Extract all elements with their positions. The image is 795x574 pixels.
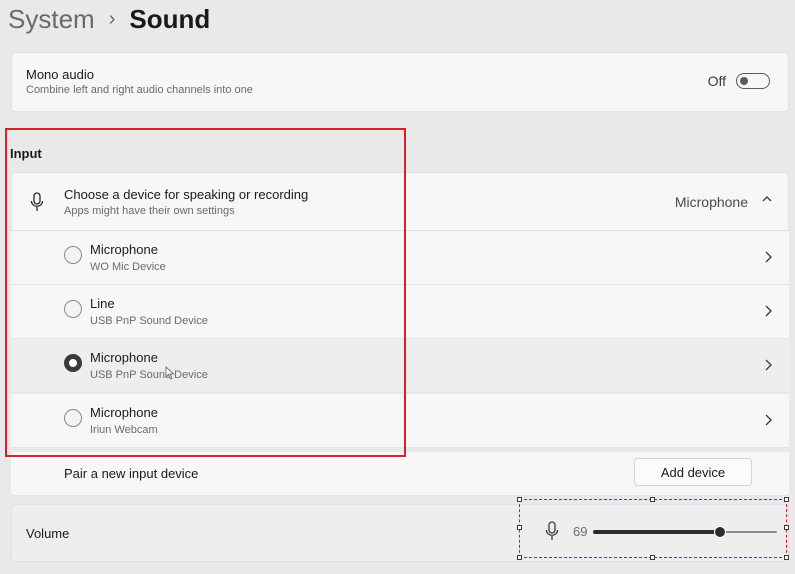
device-description: USB PnP Sound Device (90, 369, 208, 381)
slider-thumb[interactable] (713, 526, 726, 538)
input-device-row[interactable]: Microphone Iriun Webcam (11, 394, 789, 448)
device-description: WO Mic Device (90, 261, 166, 273)
choose-device-subtitle: Apps might have their own settings (64, 205, 235, 217)
chevron-right-icon[interactable] (763, 414, 773, 426)
input-device-row[interactable]: Line USB PnP Sound Device (11, 285, 789, 339)
selection-handle (784, 497, 789, 502)
pair-input-device-row: Pair a new input device Add device (11, 452, 789, 496)
device-description: USB PnP Sound Device (90, 315, 208, 327)
add-device-button[interactable]: Add device (634, 458, 752, 486)
device-radio[interactable] (64, 246, 82, 264)
breadcrumb: System › Sound (0, 0, 210, 38)
device-radio[interactable] (64, 300, 82, 318)
selection-handle (517, 497, 522, 502)
mono-audio-toggle[interactable] (736, 73, 770, 89)
input-device-row[interactable]: Microphone USB PnP Sound Device (11, 339, 789, 393)
choose-input-device-header[interactable]: Choose a device for speaking or recordin… (11, 172, 789, 231)
chevron-right-icon[interactable] (763, 305, 773, 317)
selection-handle (650, 497, 655, 502)
device-name: Microphone (90, 405, 158, 420)
chevron-right-icon[interactable] (763, 359, 773, 371)
pair-device-label: Pair a new input device (64, 466, 199, 481)
mono-audio-state-label: Off (707, 73, 726, 89)
device-radio[interactable] (64, 409, 82, 427)
volume-label: Volume (26, 526, 70, 541)
chevron-up-icon[interactable] (762, 194, 772, 204)
choose-device-title: Choose a device for speaking or recordin… (64, 187, 309, 202)
chevron-right-icon[interactable] (763, 251, 773, 263)
slider-fill (593, 530, 720, 534)
device-name: Microphone (90, 242, 158, 257)
mono-audio-subtitle: Combine left and right audio channels in… (26, 84, 253, 96)
breadcrumb-system-link[interactable]: System (8, 4, 95, 35)
device-radio-selected[interactable] (64, 354, 82, 372)
device-name: Line (90, 296, 115, 311)
device-description: Iriun Webcam (90, 424, 158, 436)
input-section-title: Input (10, 146, 42, 161)
selected-device-value: Microphone (674, 194, 748, 210)
toggle-knob (740, 76, 748, 85)
microphone-icon[interactable] (545, 521, 559, 541)
mono-audio-setting: Mono audio Combine left and right audio … (11, 52, 789, 112)
mono-audio-title: Mono audio (26, 67, 94, 82)
input-device-row[interactable]: Microphone WO Mic Device (11, 231, 789, 285)
device-name: Microphone (90, 350, 158, 365)
volume-slider[interactable] (593, 522, 777, 542)
microphone-icon (30, 192, 44, 211)
page-title: Sound (129, 3, 211, 34)
volume-value: 69 (573, 524, 588, 539)
breadcrumb-separator: › (108, 7, 116, 30)
